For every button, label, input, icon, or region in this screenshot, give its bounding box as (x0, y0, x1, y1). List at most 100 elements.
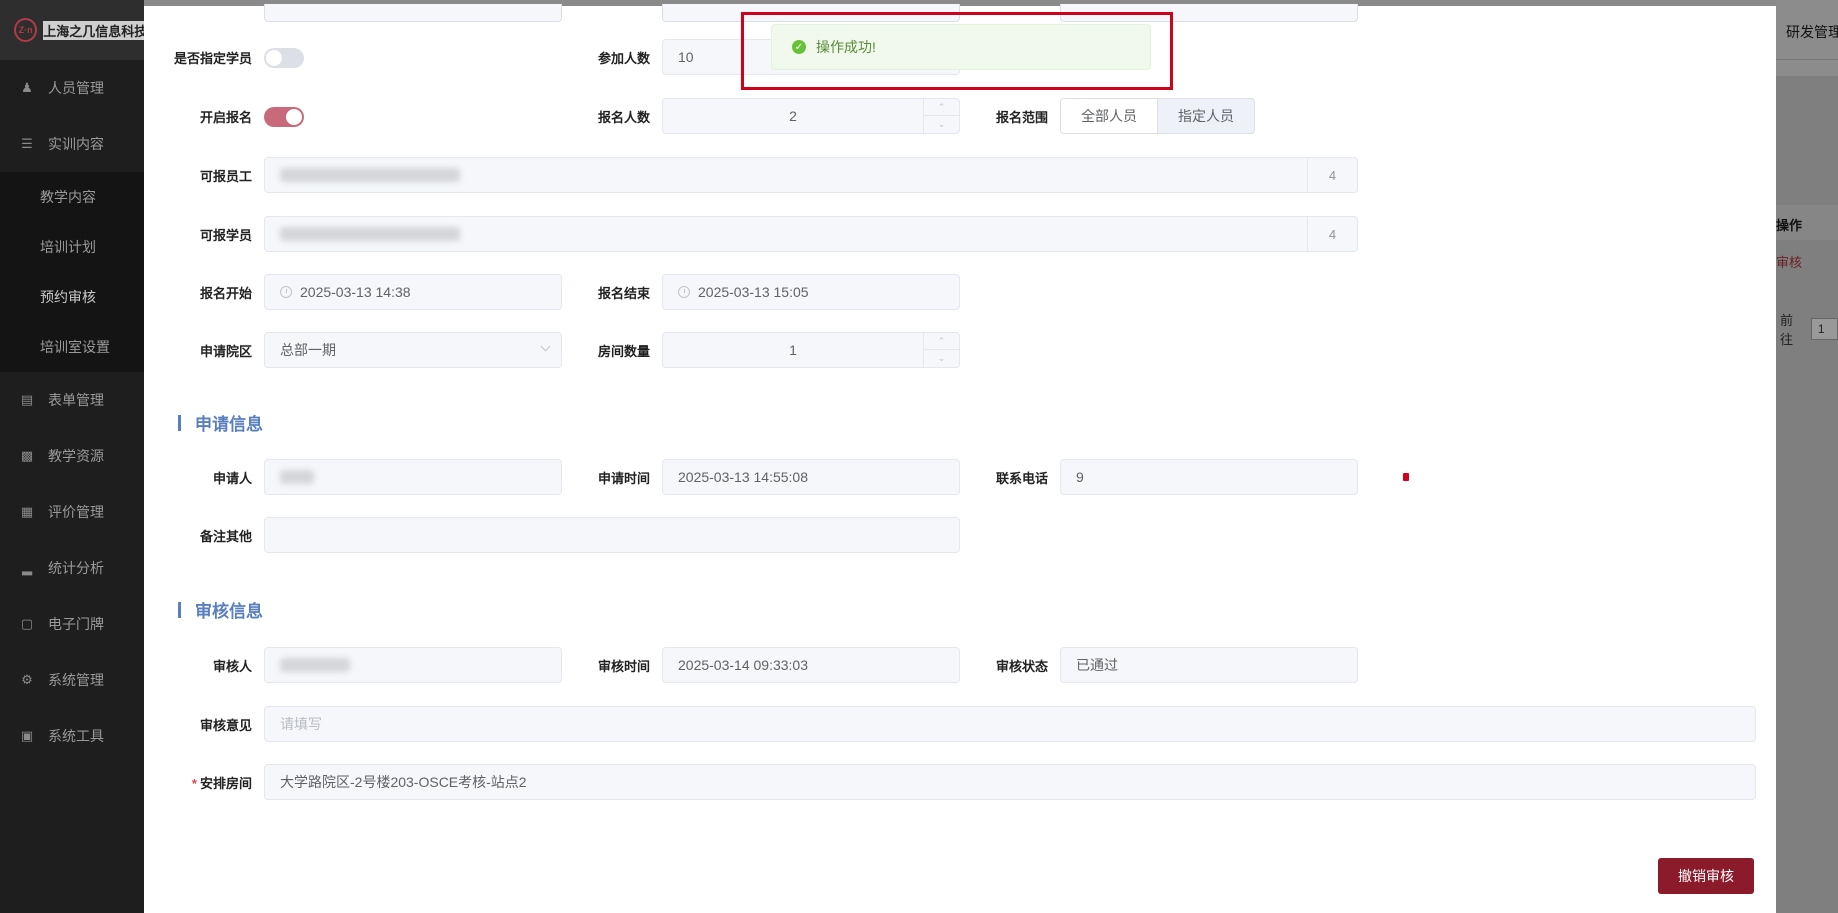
sidebar-item-evaluation[interactable]: ▦ 评价管理 (0, 484, 144, 540)
app-sidebar: Z·n 上海之几信息科技有限公司 ♟ 人员管理 ☰ 实训内容 教学内容 培训计划… (0, 0, 144, 913)
eligible-staff-field[interactable]: 4 (264, 157, 1358, 193)
room-field[interactable]: 大学路院区-2号楼203-OSCE考核-站点2 (264, 764, 1756, 800)
campus-select[interactable]: 总部一期 (264, 332, 562, 368)
sidebar-item-staff[interactable]: ♟ 人员管理 (0, 60, 144, 116)
gear-icon: ⚙ (21, 672, 33, 687)
training-submenu: 教学内容 培训计划 预约审核 培训室设置 (0, 172, 144, 372)
reviewer-label: 审核人 (212, 659, 252, 674)
submenu-item-plan[interactable]: 培训计划 (0, 222, 144, 272)
redacted-name (280, 658, 350, 672)
applicant-field[interactable] (264, 459, 562, 495)
sidebar-item-training[interactable]: ☰ 实训内容 (0, 116, 144, 172)
eligible-staff-label: 可报员工 (199, 169, 252, 184)
top-nav-item[interactable]: 研发管理 (1776, 0, 1838, 60)
section-title-text: 申请信息 (195, 415, 263, 434)
registration-start-value: 2025-03-13 14:38 (300, 284, 411, 300)
participants-label: 参加人数 (597, 51, 650, 66)
row-review-link[interactable]: 审核 (1776, 252, 1802, 271)
sidebar-item-label: 实训内容 (48, 136, 104, 152)
review-opinion-field[interactable]: 请填写 (264, 706, 1756, 742)
switch-knob (266, 50, 282, 66)
reviewer-field[interactable] (264, 647, 562, 683)
pager-goto-input[interactable]: 1 (1810, 318, 1838, 340)
section-title-text: 审核信息 (195, 602, 263, 621)
sidebar-item-resources[interactable]: ▩ 教学资源 (0, 428, 144, 484)
clock-icon (280, 286, 292, 298)
cursor-marker (1403, 473, 1409, 481)
increment-icon[interactable]: ⌃ (924, 333, 959, 350)
booking-detail-dialog: 是否指定学员 参加人数 10 开启报名 报名人数 2 ⌃ ⌄ 报名范围 全部人员 … (144, 4, 1776, 913)
submenu-item-teaching[interactable]: 教学内容 (0, 172, 144, 222)
designated-students-switch[interactable] (264, 48, 304, 68)
chart-icon: ▂ (22, 560, 32, 575)
column-header-actions: 操作 (1776, 218, 1803, 233)
review-status-field[interactable]: 已通过 (1060, 647, 1358, 683)
eligible-students-label: 可报学员 (199, 228, 252, 243)
partial-field[interactable] (264, 4, 562, 22)
redacted-names (280, 168, 460, 182)
resource-icon: ▩ (20, 448, 34, 463)
apply-time-field[interactable]: 2025-03-13 14:55:08 (662, 459, 960, 495)
decrement-icon[interactable]: ⌄ (924, 350, 959, 367)
room-count-stepper[interactable]: 1 ⌃ ⌄ (662, 332, 960, 368)
remarks-field[interactable] (264, 517, 960, 553)
review-time-label: 审核时间 (597, 659, 650, 674)
review-section-title: 审核信息 (178, 597, 263, 622)
campus-label: 申请院区 (199, 344, 252, 359)
sidebar-item-label: 评价管理 (48, 504, 104, 520)
room-count-label: 房间数量 (597, 344, 650, 359)
registered-count-stepper[interactable]: 2 ⌃ ⌄ (662, 98, 960, 134)
room-label-text: 安排房间 (199, 776, 252, 791)
background-content (1776, 0, 1838, 913)
redacted-name (280, 470, 314, 484)
scope-specified-option[interactable]: 指定人员 (1158, 98, 1255, 134)
sidebar-item-door-sign[interactable]: ▢ 电子门牌 (0, 596, 144, 652)
registration-start-picker[interactable]: 2025-03-13 14:38 (264, 274, 562, 310)
table-header: 操作 (1776, 205, 1838, 240)
toolbox-icon: ▣ (20, 728, 34, 743)
registration-scope-group: 全部人员 指定人员 (1060, 98, 1255, 134)
clock-icon (678, 286, 690, 298)
training-icon: ☰ (21, 136, 33, 151)
revoke-review-button[interactable]: 撤销审核 (1658, 858, 1754, 894)
switch-knob (286, 109, 302, 125)
sidebar-item-forms[interactable]: ▤ 表单管理 (0, 372, 144, 428)
form-icon: ▤ (20, 392, 34, 407)
pager-goto-label: 前往 (1780, 313, 1794, 347)
evaluation-icon: ▦ (20, 504, 34, 519)
sidebar-item-label: 电子门牌 (48, 616, 104, 632)
room-count-value: 1 (789, 342, 797, 358)
sidebar-item-label: 表单管理 (48, 392, 104, 408)
sidebar-item-system[interactable]: ⚙ 系统管理 (0, 652, 144, 708)
registration-scope-label: 报名范围 (995, 110, 1048, 125)
brand-name: 上海之几信息科技有限公司 (43, 20, 144, 40)
sidebar-item-label: 系统工具 (48, 728, 104, 744)
redacted-names (280, 227, 460, 241)
sidebar-item-tools[interactable]: ▣ 系统工具 (0, 708, 144, 764)
campus-value: 总部一期 (280, 342, 336, 358)
review-time-field[interactable]: 2025-03-14 09:33:03 (662, 647, 960, 683)
participants-value: 10 (678, 49, 694, 65)
highlight-box (741, 12, 1173, 90)
apply-time-value: 2025-03-13 14:55:08 (678, 469, 808, 485)
sidebar-item-statistics[interactable]: ▂ 统计分析 (0, 540, 144, 596)
submenu-item-booking-review[interactable]: 预约审核 (0, 272, 144, 322)
top-nav-label: 研发管理 (1786, 24, 1838, 40)
brand: Z·n 上海之几信息科技有限公司 (0, 0, 144, 60)
required-marker: * (191, 776, 197, 791)
designated-students-label: 是否指定学员 (173, 51, 252, 66)
application-section-title: 申请信息 (178, 410, 263, 435)
registration-end-picker[interactable]: 2025-03-13 15:05 (662, 274, 960, 310)
remarks-label: 备注其他 (199, 529, 252, 544)
registered-count-value: 2 (789, 108, 797, 124)
open-registration-switch[interactable] (264, 107, 304, 127)
submenu-item-room-settings[interactable]: 培训室设置 (0, 322, 144, 372)
scope-all-option[interactable]: 全部人员 (1060, 98, 1158, 134)
sidebar-item-label: 教学资源 (48, 448, 104, 464)
eligible-students-field[interactable]: 4 (264, 216, 1358, 252)
eligible-staff-count: 4 (1307, 158, 1357, 192)
phone-field[interactable]: 9 (1060, 459, 1358, 495)
registration-end-value: 2025-03-13 15:05 (698, 284, 809, 300)
room-label: * 安排房间 (144, 773, 252, 792)
phone-value: 9 (1076, 469, 1084, 485)
